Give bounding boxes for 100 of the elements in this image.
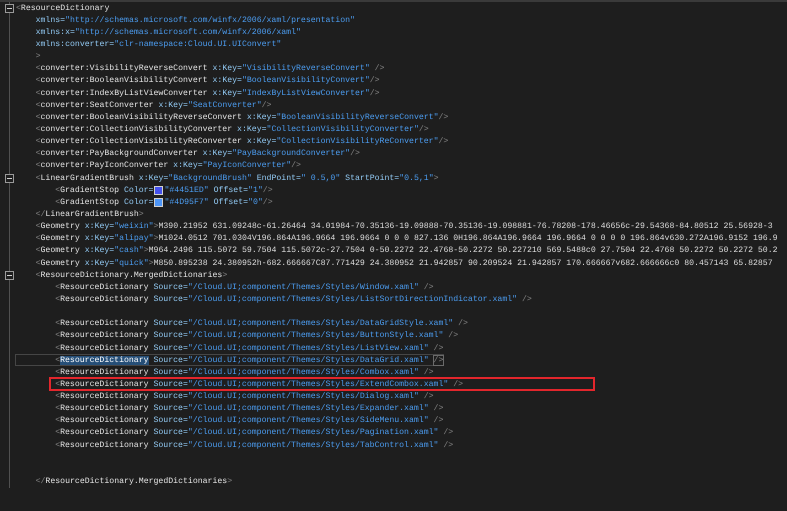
- tag-name: Geometry: [40, 246, 80, 256]
- tag-name: ResourceDictionary: [60, 294, 149, 304]
- attribute-value: "PayBackgroundConverter": [232, 149, 350, 158]
- tag-name: ResourceDictionary.MergedDictionaries: [40, 270, 222, 280]
- tag-name: ResourceDictionary: [60, 319, 149, 328]
- code-bracket: />: [432, 404, 444, 414]
- attribute-name: Source=: [152, 416, 188, 426]
- code-bracket: <: [55, 331, 60, 340]
- attribute-name: x:Key=: [211, 64, 242, 74]
- code-bracket: />: [262, 100, 272, 110]
- code-bracket: />: [447, 331, 458, 340]
- code-bracket: <: [36, 222, 41, 232]
- collapse-icon[interactable]: [4, 174, 14, 183]
- attribute-name: xmlns=: [36, 16, 66, 25]
- code-bracket: <: [16, 4, 21, 13]
- attribute-value: "0.5,1": [399, 174, 434, 183]
- code-bracket: <: [36, 234, 41, 244]
- tag-name: converter:CollectionVisibilityReConverter: [40, 137, 242, 146]
- attribute-name: Source=: [152, 368, 188, 377]
- code-bracket: >: [222, 270, 228, 280]
- tag-name: Geometry: [40, 222, 80, 232]
- tag-name: ResourceDictionary: [60, 440, 149, 450]
- code-bracket: >: [227, 477, 232, 486]
- code-bracket: />: [432, 344, 444, 352]
- code-bracket: <: [55, 416, 60, 426]
- tag-name: converter:PayIconConverter: [40, 161, 168, 170]
- attribute-name: x:Key=: [84, 222, 114, 232]
- attribute-value: "IndexByListViewConverter": [242, 88, 370, 98]
- code-bracket: <: [55, 368, 60, 377]
- attribute-name: EndPoint=: [256, 174, 301, 183]
- tag-name: ResourceDictionary: [60, 368, 149, 377]
- code-bracket: >: [138, 210, 144, 219]
- code-bracket: <: [36, 270, 41, 280]
- tag-name: ResourceDictionary: [60, 392, 149, 402]
- code-bracket: />: [262, 198, 273, 207]
- attribute-name: Source=: [152, 404, 188, 414]
- attribute-name: Source=: [152, 344, 188, 352]
- code-bracket: <: [55, 392, 60, 402]
- attribute-value: "SeatConverter": [188, 100, 262, 110]
- code-bracket: <: [36, 64, 41, 74]
- attribute-name: Offset=: [212, 198, 248, 207]
- attribute-value: "VisibilityReverseConvert": [242, 64, 370, 74]
- attribute-name: Source=: [152, 440, 188, 450]
- attribute-value: "BooleanVisibilityReverseConvert": [276, 112, 439, 122]
- attribute-value: "/Cloud.UI;component/Themes/Styles/Combox.xaml": [188, 368, 419, 377]
- tag-name: converter:BooleanVisibilityConvert: [40, 76, 208, 86]
- code-bracket: <: [36, 112, 41, 122]
- attribute-value: "/Cloud.UI;component/Themes/Styles/SideMenu.xaml": [188, 416, 429, 426]
- code-bracket: <: [36, 149, 41, 158]
- attribute-name: x:Key=: [236, 124, 267, 134]
- code-bracket: />: [422, 282, 434, 292]
- tag-name: ResourceDictionary: [60, 428, 149, 438]
- attribute-name: x:Key=: [202, 149, 232, 158]
- tag-name-highlight: ResourceDictionary: [60, 356, 149, 365]
- tag-name: converter:BooleanVisibilityReverseConvert: [40, 112, 242, 122]
- attribute-value: "cash": [114, 246, 144, 256]
- code-bracket: <: [36, 174, 41, 183]
- code-text: M964.2496 115.5072 59.7504 115.5072c-27.7504 0-50.2272 22.4768-50.2272 50.227210 569.5488c0 27.7504 22.4768 50.2272 50.2272 50.2: [148, 246, 778, 256]
- collapse-icon[interactable]: [4, 4, 14, 13]
- attribute-value: "/Cloud.UI;component/Themes/Styles/Dialog.xaml": [188, 392, 419, 402]
- code-bracket: <: [55, 404, 60, 414]
- code-bracket: />: [520, 294, 532, 304]
- tag-name: LinearGradientBrush: [45, 210, 139, 219]
- attribute-value: "http://schemas.microsoft.com/winfx/2006/xaml/presentation": [65, 16, 355, 25]
- code-bracket: />: [422, 368, 434, 377]
- attribute-value: "#4451ED": [164, 186, 209, 195]
- code-bracket: <: [55, 282, 60, 292]
- tag-name: ResourceDictionary.MergedDictionaries: [45, 477, 228, 486]
- tag-name: GradientStop: [60, 186, 120, 195]
- code-bracket: />: [457, 319, 468, 328]
- code-bracket: />: [291, 161, 301, 170]
- attribute-value: "BackgroundBrush": [168, 174, 252, 183]
- attribute-value: "http://schemas.microsoft.com/winfx/2006/xaml": [74, 28, 301, 37]
- attribute-value: "1": [248, 186, 263, 195]
- attribute-name: x:Key=: [157, 100, 188, 110]
- code-bracket: />: [370, 76, 380, 86]
- code-text: M1024.0512 701.0304V196.864A196.9664 196.9664 0 0 0 827.136 0H196.864A196.9664 196.9664 0 0 0 0 196.864v630.272A196.9152 196.9: [158, 234, 778, 244]
- code-bracket: />: [442, 428, 454, 438]
- code-bracket: <: [36, 124, 41, 134]
- attribute-name: Source=: [152, 331, 188, 340]
- code-text: M850.895238 24.380952h-682.666667C87.771429 24.380952 21.942857 90.209524 21.942857 170.666667v682.666666c0 80.457143 65.82857: [154, 258, 773, 268]
- attribute-value: "clr-namespace:Cloud.UI.UIConvert": [114, 40, 282, 49]
- attribute-value: "/Cloud.UI;component/Themes/Styles/DataGrid.xaml": [188, 356, 430, 365]
- tag-name: ResourceDictionary: [60, 282, 149, 292]
- code-bracket: <: [55, 380, 60, 389]
- collapse-icon[interactable]: [4, 270, 14, 280]
- tag-name: converter:PayBackgroundConverter: [40, 149, 198, 158]
- tag-name: converter:SeatConverter: [40, 100, 154, 110]
- code-bracket: />: [452, 380, 464, 389]
- attribute-name: x:Key=: [246, 137, 276, 146]
- attribute-value: "PayIconConverter": [202, 161, 292, 170]
- attribute-name: Source=: [152, 356, 188, 365]
- attribute-value: "/Cloud.UI;component/Themes/Styles/ButtonStyle.xaml": [188, 331, 444, 340]
- code-bracket: <: [36, 100, 41, 110]
- tag-name: ResourceDictionary: [60, 344, 149, 352]
- attribute-name: Source=: [152, 392, 188, 402]
- code-bracket: />: [438, 137, 448, 146]
- attribute-value: "CollectionVisibilityConverter": [266, 124, 419, 134]
- tag-name: ResourceDictionary: [60, 380, 149, 389]
- code-bracket: />: [442, 440, 454, 450]
